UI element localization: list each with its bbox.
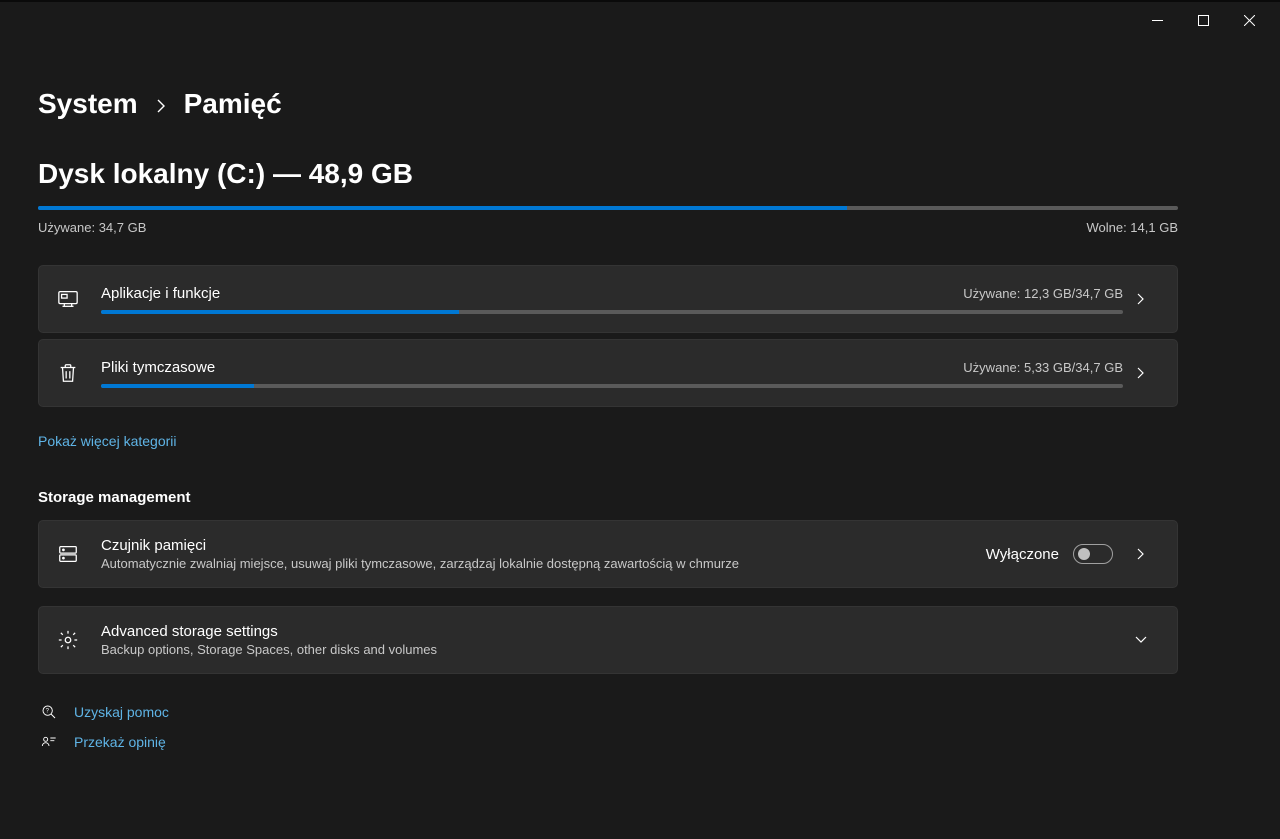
advanced-storage-subtitle: Backup options, Storage Spaces, other di… — [101, 642, 1123, 657]
disk-title: Dysk lokalny (C:) — 48,9 GB — [38, 158, 1242, 190]
toggle-state-label: Wyłączone — [986, 546, 1059, 563]
titlebar — [0, 0, 1280, 38]
maximize-button[interactable] — [1180, 4, 1226, 36]
chevron-right-icon — [1123, 293, 1159, 305]
chevron-right-icon — [156, 99, 166, 113]
category-usage: Używane: 12,3 GB/34,7 GB — [963, 286, 1123, 301]
chevron-right-icon — [1123, 548, 1159, 560]
help-link[interactable]: ? Uzyskaj pomoc — [38, 704, 1242, 720]
disk-usage-fill — [38, 206, 847, 210]
storage-sense-subtitle: Automatycznie zwalniaj miejsce, usuwaj p… — [101, 556, 986, 571]
advanced-storage-title: Advanced storage settings — [101, 623, 1123, 640]
maximize-icon — [1198, 15, 1209, 26]
category-card-temp[interactable]: Pliki tymczasowe Używane: 5,33 GB/34,7 G… — [38, 339, 1178, 407]
help-icon: ? — [38, 704, 60, 720]
chevron-right-icon — [1123, 367, 1159, 379]
advanced-storage-card[interactable]: Advanced storage settings Backup options… — [38, 606, 1178, 674]
disk-free-label: Wolne: 14,1 GB — [1086, 220, 1178, 235]
breadcrumb-current: Pamięć — [184, 88, 282, 120]
storage-sense-toggle[interactable] — [1073, 544, 1113, 564]
breadcrumb: System Pamięć — [38, 88, 1242, 120]
category-usage: Używane: 5,33 GB/34,7 GB — [963, 360, 1123, 375]
feedback-link[interactable]: Przekaż opinię — [38, 734, 1242, 750]
breadcrumb-root[interactable]: System — [38, 88, 138, 120]
category-bar — [101, 384, 1123, 388]
trash-icon — [57, 362, 101, 384]
feedback-icon — [38, 734, 60, 750]
chevron-down-icon — [1123, 636, 1159, 644]
close-button[interactable] — [1226, 4, 1272, 36]
category-card-apps[interactable]: Aplikacje i funkcje Używane: 12,3 GB/34,… — [38, 265, 1178, 333]
disk-usage-bar — [38, 206, 1178, 210]
storage-sense-card[interactable]: Czujnik pamięci Automatycznie zwalniaj m… — [38, 520, 1178, 588]
gear-icon — [57, 629, 101, 651]
category-title: Pliki tymczasowe — [101, 359, 215, 376]
svg-text:?: ? — [46, 709, 50, 715]
section-header-management: Storage management — [38, 489, 1242, 506]
disk-used-label: Używane: 34,7 GB — [38, 220, 146, 235]
category-title: Aplikacje i funkcje — [101, 285, 220, 302]
close-icon — [1244, 15, 1255, 26]
show-more-categories-link[interactable]: Pokaż więcej kategorii — [38, 433, 177, 449]
minimize-button[interactable] — [1134, 4, 1180, 36]
storage-sense-title: Czujnik pamięci — [101, 537, 986, 554]
apps-icon — [57, 288, 101, 310]
storage-icon — [57, 543, 101, 565]
minimize-icon — [1152, 15, 1163, 26]
category-bar — [101, 310, 1123, 314]
